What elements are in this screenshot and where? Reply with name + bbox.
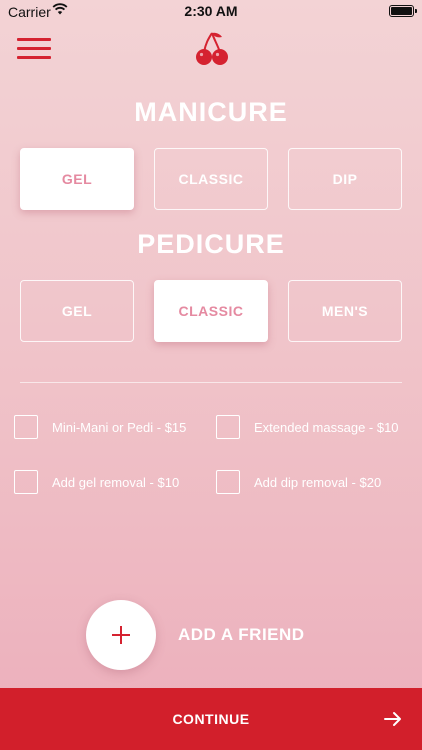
arrow-right-icon <box>384 712 401 726</box>
clock: 2:30 AM <box>184 3 238 19</box>
add-friend-circle[interactable] <box>86 600 156 670</box>
manicure-option-classic[interactable]: CLASSIC <box>154 148 268 210</box>
addon-label: Add gel removal - $10 <box>52 474 180 490</box>
manicure-option-dip[interactable]: DIP <box>288 148 402 210</box>
divider <box>20 382 402 383</box>
addon-label: Extended massage - $10 <box>254 419 399 435</box>
status-bar: Carrier 2:30 AM <box>0 0 422 22</box>
addon-label: Add dip removal - $20 <box>254 474 382 490</box>
battery-icon <box>389 5 417 17</box>
checkbox[interactable] <box>14 470 38 494</box>
addon-dip-removal[interactable]: Add dip removal - $20 <box>216 470 381 494</box>
add-friend-label: ADD A FRIEND <box>178 625 305 644</box>
checkbox[interactable] <box>14 415 38 439</box>
pedicure-option-classic[interactable]: CLASSIC <box>154 280 268 342</box>
pedicure-title: PEDICURE <box>137 229 285 259</box>
hamburger-menu-icon[interactable] <box>17 38 51 62</box>
cherry-icon <box>196 32 228 65</box>
pedicure-option-mens[interactable]: MEN'S <box>288 280 402 342</box>
manicure-title: MANICURE <box>134 97 288 127</box>
plus-icon <box>112 626 130 644</box>
addon-mini-mani-pedi[interactable]: Mini-Mani or Pedi - $15 <box>14 415 186 439</box>
addon-gel-removal[interactable]: Add gel removal - $10 <box>14 470 179 494</box>
addon-label: Mini-Mani or Pedi - $15 <box>52 419 187 435</box>
manicure-option-gel[interactable]: GEL <box>20 148 134 210</box>
checkbox[interactable] <box>216 470 240 494</box>
add-friend-button[interactable]: ADD A FRIEND <box>86 600 305 670</box>
checkbox[interactable] <box>216 415 240 439</box>
addon-extended-massage[interactable]: Extended massage - $10 <box>216 415 399 439</box>
continue-button[interactable]: CONTINUE <box>0 688 422 750</box>
pedicure-option-gel[interactable]: GEL <box>20 280 134 342</box>
continue-label: CONTINUE <box>172 711 250 727</box>
